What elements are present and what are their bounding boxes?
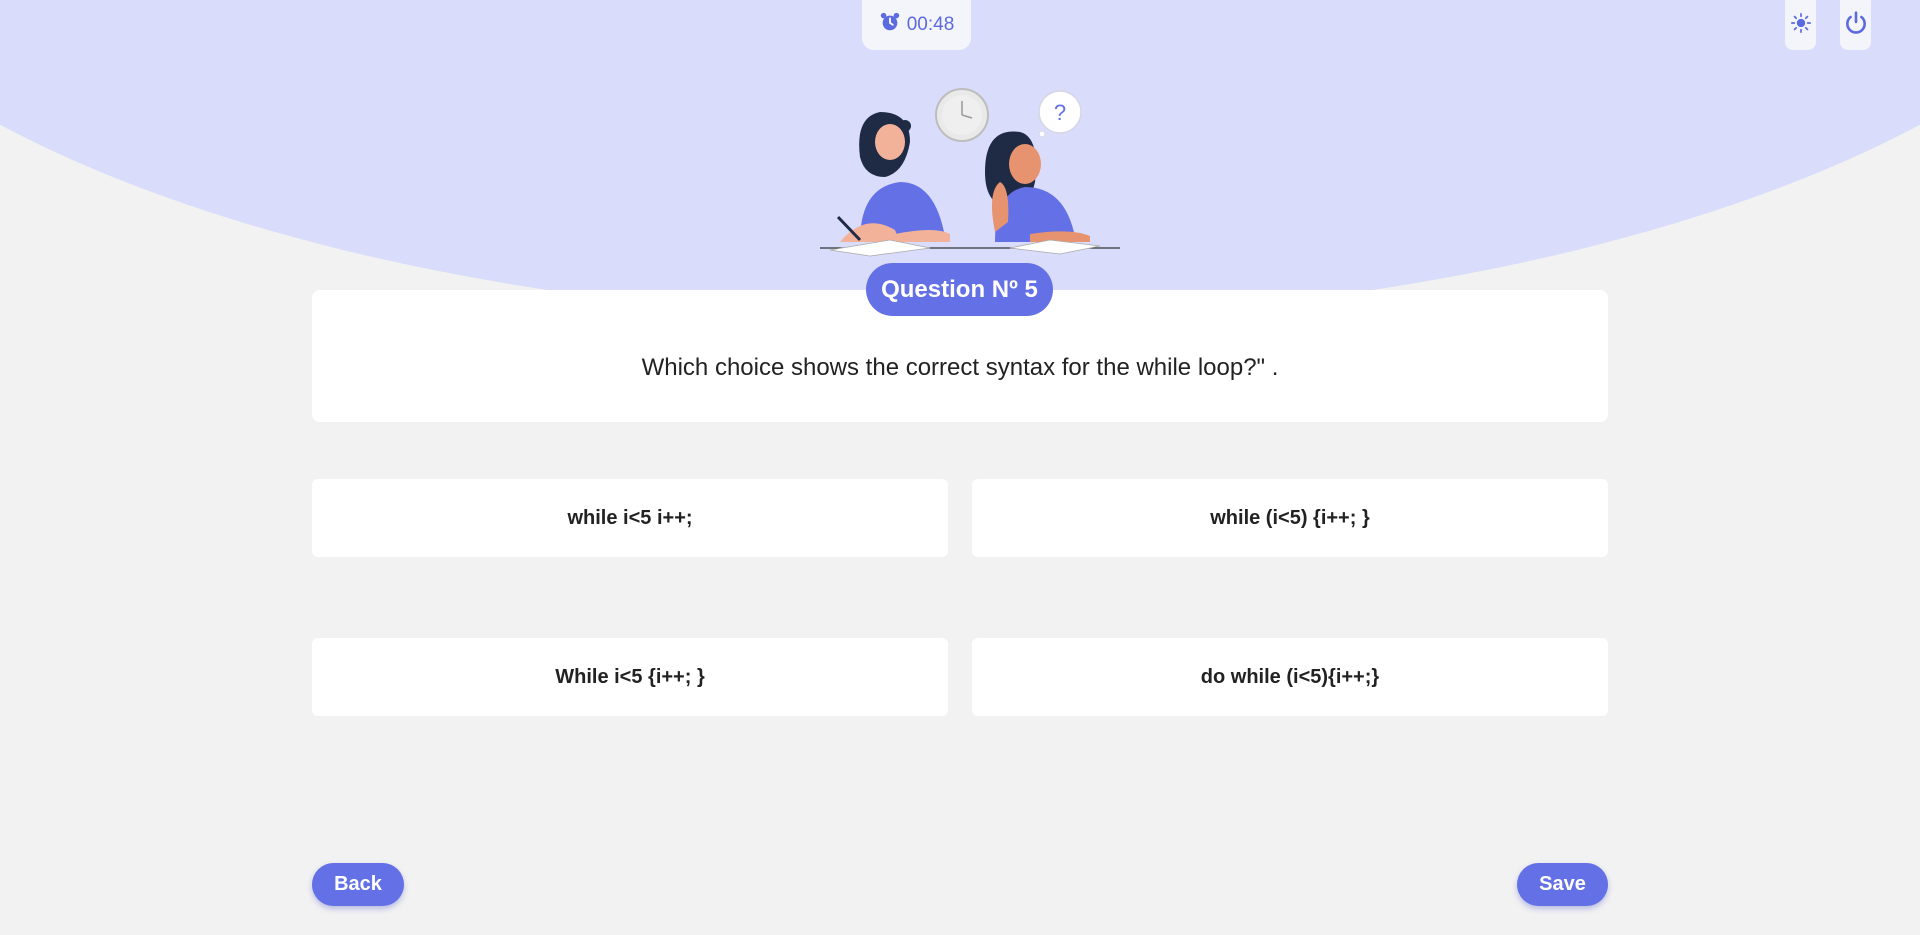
question-text: Which choice shows the correct syntax fo… (641, 354, 1279, 381)
back-button[interactable]: Back (312, 863, 404, 906)
timer-value: 00:48 (906, 14, 955, 35)
sun-icon (1790, 12, 1811, 38)
left-student (836, 112, 950, 242)
students-illustration: ? (820, 88, 1120, 257)
quiz-page: 00:48 ? Which choice shows the correct s… (0, 0, 1920, 935)
answer-choice-3[interactable]: While i<5 {i++; } (312, 638, 948, 716)
save-button[interactable]: Save (1517, 863, 1608, 906)
question-number-badge: Question Nº 5 (866, 263, 1053, 316)
timer: 00:48 (862, 0, 971, 50)
answer-choice-2[interactable]: while (i<5) {i++; } (972, 479, 1608, 557)
answer-choice-4[interactable]: do while (i<5){i++;} (972, 638, 1608, 716)
question-bubble: ? (1038, 90, 1082, 138)
theme-toggle-button[interactable] (1785, 0, 1816, 50)
right-student (985, 131, 1090, 242)
power-icon (1843, 10, 1869, 41)
answer-choice-1[interactable]: while i<5 i++; (312, 479, 948, 557)
wall-clock-icon (935, 88, 989, 142)
logout-button[interactable] (1840, 0, 1871, 50)
alarm-clock-icon (879, 11, 901, 39)
bubble-text: ? (1054, 100, 1066, 125)
